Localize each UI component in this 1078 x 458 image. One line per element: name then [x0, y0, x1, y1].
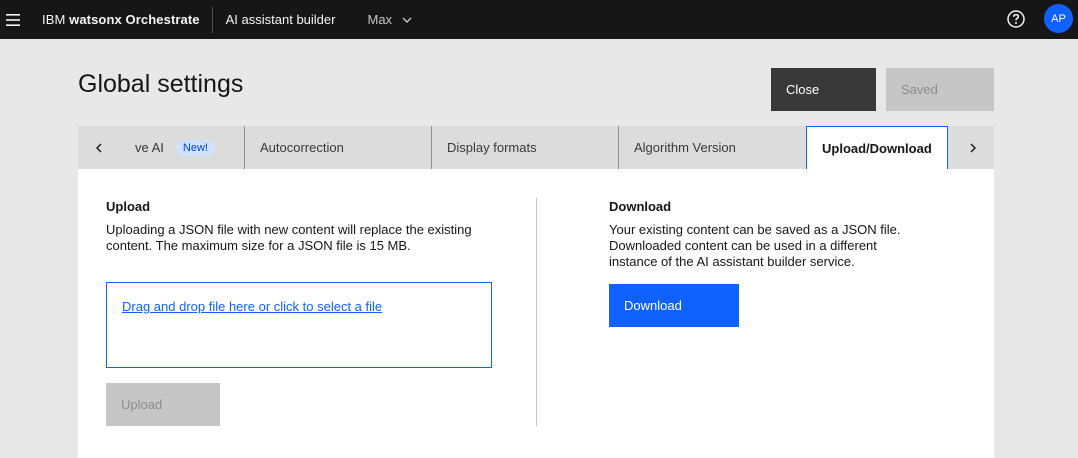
upload-title: Upload — [106, 199, 151, 214]
tab-label: ve AI — [135, 140, 164, 155]
chevron-left-icon — [96, 143, 102, 152]
download-title: Download — [609, 199, 672, 214]
instance-name: Max — [367, 12, 393, 27]
tab-label: Autocorrection — [260, 140, 344, 155]
tab-upload-download[interactable]: Upload/Download — [806, 126, 948, 169]
tab-generative-ai[interactable]: ve AI New! — [120, 126, 245, 169]
tab-display-formats[interactable]: Display formats — [431, 126, 619, 169]
top-nav-bar: IBM watsonx Orchestrate AI assistant bui… — [0, 0, 1078, 39]
tab-label: Algorithm Version — [634, 140, 736, 155]
tab-scroll-right-button[interactable] — [952, 126, 994, 169]
download-description-line: instance of the AI assistant builder ser… — [609, 254, 855, 269]
topbar-divider — [211, 6, 213, 33]
close-button[interactable]: Close — [771, 68, 876, 111]
download-button[interactable]: Download — [609, 284, 739, 327]
download-description-line: Your existing content can be saved as a … — [609, 222, 901, 237]
select-file-link[interactable]: Drag and drop file here or click to sele… — [122, 299, 382, 314]
chevron-down-icon — [402, 17, 412, 23]
new-badge: New! — [175, 139, 215, 156]
brand-prefix: IBM — [42, 12, 70, 27]
tab-algorithm-version[interactable]: Algorithm Version — [618, 126, 806, 169]
upload-description-line: content. The maximum size for a JSON fil… — [106, 238, 411, 253]
settings-tabs: ve AI New! Autocorrection Display format… — [78, 126, 994, 169]
tab-label: Display formats — [447, 140, 537, 155]
file-dropzone[interactable]: Drag and drop file here or click to sele… — [106, 282, 492, 368]
menu-icon[interactable] — [0, 0, 26, 39]
help-icon[interactable] — [1006, 9, 1026, 29]
tab-scroll-left-button[interactable] — [78, 126, 120, 169]
brand-product-name: watsonx Orchestrate — [69, 12, 200, 27]
avatar[interactable]: AP — [1044, 4, 1073, 33]
download-description: Your existing content can be saved as a … — [609, 222, 989, 270]
download-description-line: Downloaded content can be used in a diff… — [609, 238, 877, 253]
upload-button: Upload — [106, 383, 220, 426]
tab-autocorrection[interactable]: Autocorrection — [244, 126, 432, 169]
tab-label: Upload/Download — [822, 140, 932, 156]
chevron-right-icon — [970, 143, 976, 152]
product-name: AI assistant builder — [225, 12, 336, 27]
page-title: Global settings — [78, 70, 244, 98]
section-divider — [536, 198, 537, 426]
instance-switcher[interactable]: Max — [367, 12, 412, 27]
brand-name[interactable]: IBM watsonx Orchestrate — [42, 12, 200, 27]
upload-description-line: Uploading a JSON file with new content w… — [106, 222, 472, 237]
saved-button: Saved — [886, 68, 994, 111]
upload-description: Uploading a JSON file with new content w… — [106, 222, 526, 254]
